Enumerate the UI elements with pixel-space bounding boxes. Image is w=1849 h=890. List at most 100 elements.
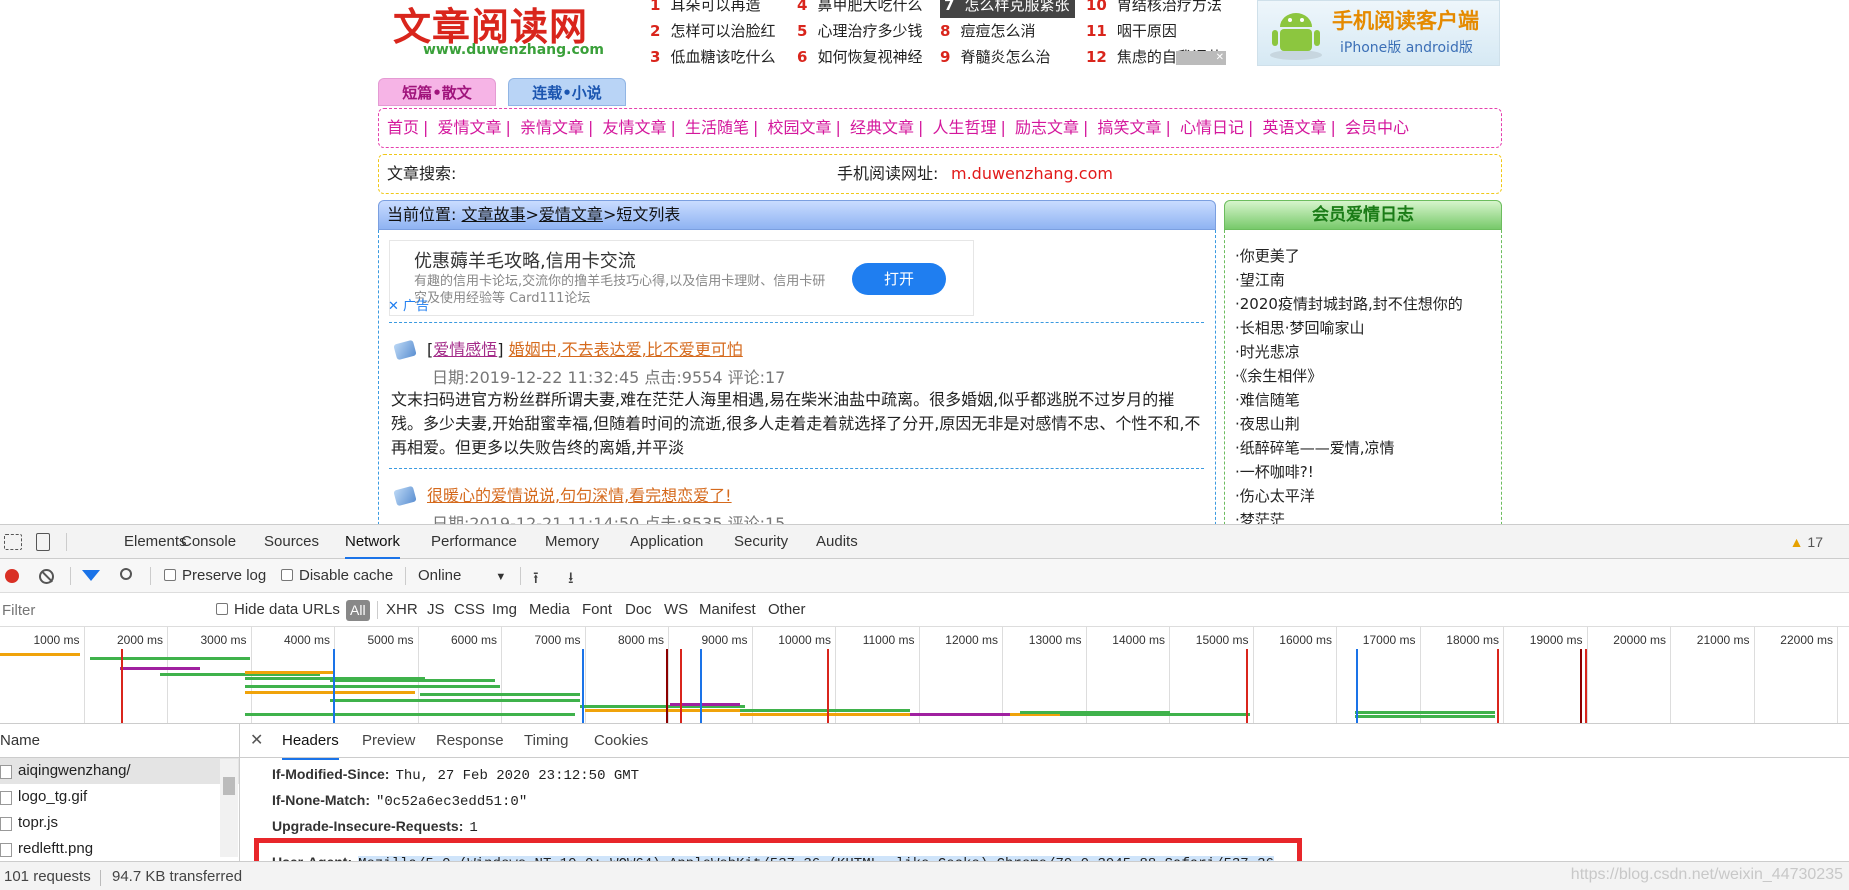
nav-link-family[interactable]: 亲情文章 — [520, 118, 584, 137]
waterfall-bar — [120, 667, 200, 670]
tab-audits[interactable]: Audits — [816, 525, 858, 559]
nav-link-life[interactable]: 生活随笔 — [685, 118, 749, 137]
tab-network[interactable]: Network — [345, 525, 401, 559]
hot-item[interactable]: 9 脊髓炎怎么治 — [940, 44, 1075, 70]
nav-link-home[interactable]: 首页 — [387, 118, 419, 137]
hot-item[interactable]: 1 耳朵可以再造 — [650, 0, 810, 18]
nav-link-diary[interactable]: 心情日记 — [1180, 118, 1244, 137]
hot-item[interactable]: 2 怎样可以治脸红 — [650, 18, 810, 44]
filter-type-js[interactable]: JS — [427, 593, 445, 627]
nav-link-inspiration[interactable]: 励志文章 — [1015, 118, 1079, 137]
nav-link-campus[interactable]: 校园文章 — [768, 118, 832, 137]
tab-headers[interactable]: Headers — [282, 724, 339, 760]
article-category-link[interactable]: 爱情感悟 — [433, 340, 497, 359]
filter-type-media[interactable]: Media — [529, 593, 570, 627]
ad-open-button[interactable]: 打开 — [852, 263, 946, 295]
filter-type-all[interactable]: All — [346, 600, 370, 621]
hot-item[interactable]: 4 鼻甲肥大吃什么 — [797, 0, 957, 18]
filter-type-xhr[interactable]: XHR — [386, 593, 418, 627]
export-har-icon[interactable]: ⭳ — [568, 567, 574, 594]
filter-type-css[interactable]: CSS — [454, 593, 485, 627]
tab-elements[interactable]: Elements — [124, 525, 187, 559]
tab-short-essay[interactable]: 短篇•散文 — [378, 78, 496, 106]
request-row[interactable]: logo_tg.gif — [0, 784, 239, 810]
nav-link-friendship[interactable]: 友情文章 — [603, 118, 667, 137]
request-row[interactable]: topr.js — [0, 810, 239, 836]
name-column-header[interactable]: Name — [0, 724, 239, 758]
filter-type-img[interactable]: Img — [492, 593, 517, 627]
sidebar-item[interactable]: ·梦茫茫 — [1235, 508, 1501, 524]
hot-item[interactable]: 10 胃结核治疗方法 — [1086, 0, 1246, 18]
filter-type-doc[interactable]: Doc — [625, 593, 652, 627]
filter-type-ws[interactable]: WS — [664, 593, 688, 627]
preserve-log-checkbox[interactable]: Preserve log — [164, 559, 266, 593]
tab-security[interactable]: Security — [734, 525, 788, 559]
article-title-link[interactable]: 很暖心的爱情说说,句句深情,看完想恋爱了! — [427, 486, 732, 505]
clear-icon[interactable] — [39, 569, 54, 584]
tab-preview[interactable]: Preview — [362, 724, 415, 758]
sidebar-item[interactable]: ·望江南 — [1235, 268, 1501, 292]
sidebar-item[interactable]: ·纸醉碎笔——爱情,凉情 — [1235, 436, 1501, 460]
breadcrumb-link-love[interactable]: 爱情文章 — [539, 205, 603, 224]
nav-link-funny[interactable]: 搞笑文章 — [1098, 118, 1162, 137]
hide-data-urls-checkbox[interactable]: Hide data URLs — [216, 593, 340, 627]
sidebar-item[interactable]: ·一杯咖啡?! — [1235, 460, 1501, 484]
throttle-select[interactable]: Online ▼ — [418, 559, 506, 594]
filter-type-font[interactable]: Font — [582, 593, 612, 627]
disable-cache-checkbox[interactable]: Disable cache — [281, 559, 393, 593]
hot-item[interactable]: 5 心理治疗多少钱 — [797, 18, 957, 44]
record-icon[interactable] — [5, 569, 19, 583]
sidebar-item[interactable]: ·时光悲凉 — [1235, 340, 1501, 364]
ad-card[interactable]: 优惠薅羊毛攻略,信用卡交流 有趣的信用卡论坛,交流你的撸羊毛技巧心得,以及信用卡… — [388, 240, 974, 316]
logo-url: www.duwenzhang.com — [423, 42, 604, 58]
sidebar-item[interactable]: ·你更美了 — [1235, 244, 1501, 268]
mobile-url-link[interactable]: m.duwenzhang.com — [951, 155, 1113, 193]
hot-item[interactable]: 3 低血糖该吃什么 — [650, 44, 810, 70]
tab-serial-novel[interactable]: 连载•小说 — [508, 78, 626, 106]
tab-timing[interactable]: Timing — [524, 724, 568, 758]
tab-memory[interactable]: Memory — [545, 525, 599, 559]
search-icon[interactable] — [120, 568, 132, 580]
close-icon[interactable]: ✕ — [250, 724, 263, 758]
nav-link-classic[interactable]: 经典文章 — [850, 118, 914, 137]
nav-link-members[interactable]: 会员中心 — [1345, 118, 1409, 137]
ad-label[interactable]: ✕ 广告 — [388, 295, 429, 314]
filter-icon[interactable] — [82, 570, 100, 581]
site-logo[interactable]: 文章阅读网 www.duwenzhang.com — [393, 0, 604, 66]
tab-cookies[interactable]: Cookies — [594, 724, 648, 758]
tab-performance[interactable]: Performance — [431, 525, 517, 559]
filter-type-manifest[interactable]: Manifest — [699, 593, 756, 627]
filter-type-other[interactable]: Other — [768, 593, 806, 627]
tab-application[interactable]: Application — [630, 525, 703, 559]
tab-console[interactable]: Console — [181, 525, 236, 559]
sidebar-item[interactable]: ·长相思·梦回喻家山 — [1235, 316, 1501, 340]
sidebar-item[interactable]: ·难信随笔 — [1235, 388, 1501, 412]
sidebar-item[interactable]: ·2020疫情封城封路,封不住想你的 — [1235, 292, 1501, 316]
hot-item[interactable]: 7 怎么样克服紧张 — [940, 0, 1075, 18]
ad-description: 有趣的信用卡论坛,交流你的撸羊毛技巧心得,以及信用卡理财、信用卡研究及使用经验等… — [414, 274, 826, 306]
nav-link-english[interactable]: 英语文章 — [1263, 118, 1327, 137]
network-timeline[interactable]: 1000 ms 2000 ms 3000 ms 4000 ms 5000 ms 6000 … — [0, 627, 1849, 724]
breadcrumb-link-stories[interactable]: 文章故事 — [462, 205, 526, 224]
hot-item[interactable]: 8 痘痘怎么消 — [940, 18, 1075, 44]
import-har-icon[interactable]: ⭱ — [533, 567, 539, 594]
hot-item[interactable]: 6 如何恢复视神经 — [797, 44, 957, 70]
nav-link-philosophy[interactable]: 人生哲理 — [933, 118, 997, 137]
tab-response[interactable]: Response — [436, 724, 504, 758]
filter-input[interactable] — [0, 597, 200, 623]
sidebar-item[interactable]: ·《余生相伴》 — [1235, 364, 1501, 388]
app-download-banner[interactable]: 手机阅读客户端 iPhone版 android版 — [1257, 0, 1500, 66]
ad-close-icon[interactable]: ✕ — [1176, 51, 1226, 65]
sidebar-item[interactable]: ·夜思山荆 — [1235, 412, 1501, 436]
request-row[interactable]: redleftt.png — [0, 836, 239, 862]
hot-item[interactable]: 11 咽干原因 — [1086, 18, 1246, 44]
nav-link-love[interactable]: 爱情文章 — [438, 118, 502, 137]
article-title-link[interactable]: 婚姻中,不去表达爱,比不爱更可怕 — [509, 340, 743, 359]
inspect-element-icon[interactable] — [4, 534, 22, 550]
request-list-scrollbar[interactable] — [220, 759, 238, 857]
device-toolbar-icon[interactable] — [36, 533, 50, 551]
tab-sources[interactable]: Sources — [264, 525, 319, 559]
sidebar-item[interactable]: ·伤心太平洋 — [1235, 484, 1501, 508]
request-row[interactable]: aiqingwenzhang/ — [0, 758, 239, 784]
warning-counter[interactable]: ▲ 17 — [1790, 525, 1823, 559]
